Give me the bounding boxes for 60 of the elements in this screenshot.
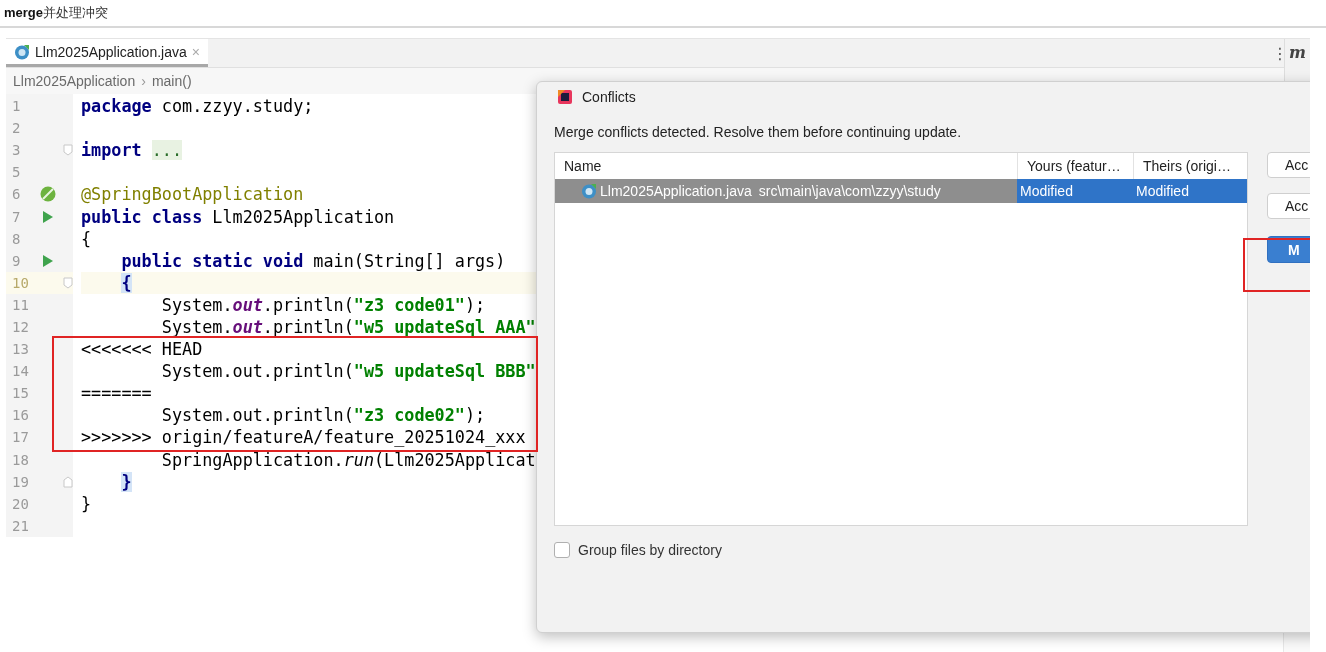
line-number: 18 (11, 451, 30, 468)
line-number: 20 (11, 495, 30, 512)
run-icon (42, 253, 54, 268)
checkbox[interactable] (554, 542, 570, 558)
code-line: ======= (81, 383, 152, 404)
code-line: <<<<<<< HEAD (81, 339, 203, 360)
breadcrumb-item[interactable]: main() (151, 73, 192, 89)
line-number: 14 (11, 363, 30, 380)
line-number: 10 (11, 274, 30, 291)
dialog-message: Merge conflicts detected. Resolve them before continuing update. (554, 124, 963, 142)
line-number: 17 (11, 429, 30, 446)
code-line: import ... (81, 140, 183, 161)
line-number: 5 (11, 164, 22, 181)
code-line: public static void main(String[] args) (121, 250, 506, 271)
run-icon (42, 209, 54, 224)
code-line: System.out.println("w5 updateSql AAA" (161, 317, 536, 337)
file-path: src\main\java\com\zzyy\study (758, 183, 941, 199)
line-number: 1 (11, 98, 22, 115)
line-number: 8 (11, 230, 22, 247)
code-line: SpringApplication.run(Llm2025Applicat (161, 449, 536, 470)
dialog-title: Conflicts (582, 89, 636, 105)
column-header[interactable]: Name (555, 153, 1017, 179)
table-cell: Modified (1017, 179, 1133, 203)
code-line: System.out.println("w5 updateSql BBB" (161, 361, 536, 382)
merge-button[interactable]: M (1267, 236, 1310, 263)
app-icon (557, 89, 573, 105)
line-number: 16 (11, 407, 30, 424)
code-line: System.out.println("z3 code02"); (161, 405, 486, 426)
line-number: 15 (11, 385, 30, 402)
fold-icon (63, 276, 73, 289)
line-number: 3 (11, 142, 22, 159)
class-file-icon (581, 183, 597, 199)
file-name: Llm2025Application.java (600, 183, 752, 199)
line-number: 12 (11, 319, 30, 335)
code-line: public class Llm2025Application (81, 206, 395, 227)
file-tab[interactable]: Llm2025Application.java × (6, 39, 208, 67)
line-number: 9 (11, 252, 22, 269)
accept-button[interactable]: Acc (1267, 193, 1310, 219)
side-tab-label[interactable]: m (1289, 43, 1306, 61)
code-line: { (81, 228, 92, 249)
code-line: >>>>>>> origin/featureA/feature_20251024_xxx (81, 427, 526, 448)
line-number: 7 (11, 208, 22, 225)
code-line: package com.zzyy.study; (81, 96, 314, 117)
code-line: } (81, 493, 92, 514)
breadcrumb-item[interactable]: Llm2025Application (13, 73, 136, 89)
line-number: 11 (11, 296, 30, 313)
line-number: 19 (11, 473, 30, 490)
accept-button[interactable]: Acc (1267, 152, 1310, 178)
checkbox-label: Group files by directory (578, 542, 722, 558)
breadcrumb-separator: › (141, 73, 146, 89)
line-number: 2 (11, 120, 22, 137)
class-file-icon (14, 43, 30, 60)
code-line: @SpringBootApplication (81, 184, 304, 205)
code-line: System.out.println("z3 code01"); (161, 294, 486, 315)
highlight-box (1243, 238, 1310, 292)
line-number: 6 (11, 186, 22, 203)
page-title: merge并处理冲突 (4, 4, 109, 22)
line-number: 21 (11, 517, 30, 534)
line-number: 13 (11, 341, 30, 358)
table-cell: Modified (1133, 179, 1247, 203)
